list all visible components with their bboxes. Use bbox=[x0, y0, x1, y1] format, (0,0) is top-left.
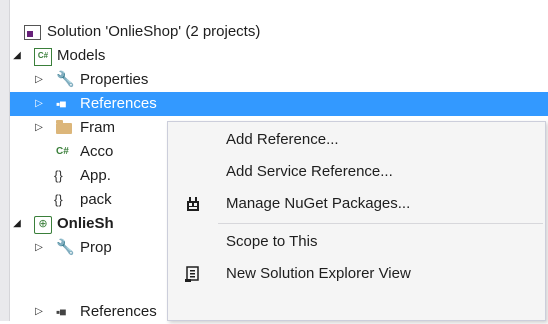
menu-item-scope-to-this[interactable]: Scope to This bbox=[168, 226, 545, 258]
tree-item-models-project[interactable]: ◢ C# Models bbox=[10, 44, 548, 68]
wrench-icon: 🔧 bbox=[56, 239, 75, 256]
collapse-arrow-icon[interactable]: ◢ bbox=[10, 212, 24, 236]
menu-item-label: Add Service Reference... bbox=[226, 163, 393, 180]
properties-label: Properties bbox=[80, 71, 149, 88]
menu-item-add-service-reference[interactable]: Add Service Reference... bbox=[168, 156, 545, 188]
solution-label: Solution 'OnlieShop' (2 projects) bbox=[47, 23, 261, 40]
expand-arrow-icon[interactable]: ▷ bbox=[32, 68, 46, 92]
config-file-icon: {} bbox=[54, 192, 63, 207]
tree-item-references[interactable]: ▷ ▪■ References bbox=[10, 92, 548, 116]
framework-label: Fram bbox=[80, 119, 115, 136]
menu-item-manage-nuget-packages[interactable]: Manage NuGet Packages... bbox=[168, 188, 545, 220]
menu-separator bbox=[218, 223, 543, 224]
nuget-icon bbox=[184, 195, 202, 213]
tree-item-solution[interactable]: Solution 'OnlieShop' (2 projects) bbox=[10, 20, 548, 44]
account-label: Acco bbox=[80, 143, 114, 160]
solution-icon bbox=[24, 25, 41, 40]
menu-item-add-reference[interactable]: Add Reference... bbox=[168, 124, 545, 156]
expand-arrow-icon[interactable]: ▷ bbox=[32, 236, 46, 260]
references-icon: ▪■ bbox=[56, 97, 67, 111]
web-project-icon: ⊕ bbox=[34, 216, 52, 234]
expand-arrow-icon[interactable]: ▷ bbox=[32, 92, 46, 116]
window-edge bbox=[0, 0, 10, 321]
wrench-icon: 🔧 bbox=[56, 71, 75, 88]
menu-item-label: Manage NuGet Packages... bbox=[226, 195, 411, 212]
csharp-file-icon: C# bbox=[56, 146, 69, 157]
references-icon: ▪■ bbox=[56, 305, 67, 319]
packages-config-label: pack bbox=[80, 191, 112, 208]
collapse-arrow-icon[interactable]: ◢ bbox=[10, 44, 24, 68]
csharp-project-icon: C# bbox=[34, 48, 52, 66]
config-file-icon: {} bbox=[54, 168, 63, 183]
references-label: References bbox=[80, 95, 157, 112]
onlieshop-label: OnlieSh bbox=[57, 215, 114, 232]
new-explorer-view-icon bbox=[184, 265, 202, 283]
app-config-label: App. bbox=[80, 167, 111, 184]
folder-icon bbox=[56, 120, 72, 134]
menu-item-label: Add Reference... bbox=[226, 131, 339, 148]
expand-arrow-icon[interactable]: ▷ bbox=[32, 116, 46, 140]
models-label: Models bbox=[57, 47, 106, 64]
tree-item-properties[interactable]: ▷ 🔧 Properties bbox=[10, 68, 548, 92]
onlieshop-properties-label: Prop bbox=[80, 239, 112, 256]
expand-arrow-icon[interactable]: ▷ bbox=[32, 300, 46, 324]
menu-item-new-solution-explorer-view[interactable]: New Solution Explorer View bbox=[168, 258, 545, 290]
context-menu: Add Reference... Add Service Reference..… bbox=[167, 121, 546, 321]
menu-item-label: New Solution Explorer View bbox=[226, 265, 411, 282]
menu-item-label: Scope to This bbox=[226, 233, 318, 250]
onlieshop-references-label: References bbox=[80, 303, 157, 320]
